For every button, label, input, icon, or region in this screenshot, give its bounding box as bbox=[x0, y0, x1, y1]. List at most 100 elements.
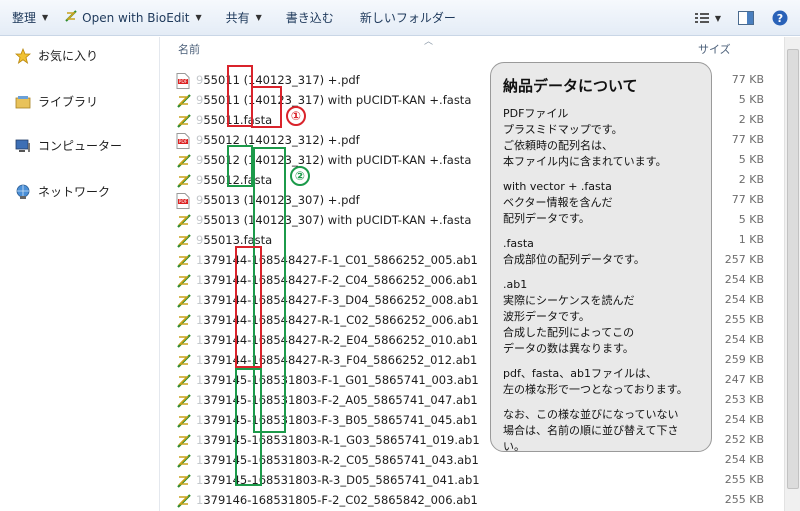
chevron-down-icon: ▼ bbox=[714, 13, 722, 23]
share-label: 共有 bbox=[225, 11, 250, 25]
open-with-button[interactable]: Open with BioEdit ▼ bbox=[56, 6, 209, 30]
file-size: 259 KB bbox=[724, 353, 764, 366]
file-name: 955011 (140123_317) +.pdf bbox=[196, 73, 360, 87]
bioedit-file-icon bbox=[176, 453, 192, 469]
bioedit-icon bbox=[64, 9, 78, 26]
nav-favorites[interactable]: お気に入り bbox=[14, 47, 98, 64]
file-size: 257 KB bbox=[724, 253, 764, 266]
info-vector-fasta: with vector + .fasta ベクター情報を含んだ 配列データです。 bbox=[503, 180, 613, 225]
pdf-file-icon: PDF bbox=[176, 73, 192, 89]
nav-libraries-label: ライブラリ bbox=[38, 95, 99, 109]
highlight-box-red bbox=[251, 86, 282, 128]
organize-button[interactable]: 整理 ▼ bbox=[4, 6, 56, 30]
vertical-scrollbar[interactable] bbox=[784, 37, 800, 511]
file-size: 254 KB bbox=[724, 293, 764, 306]
highlight-box-red bbox=[235, 246, 262, 368]
nav-libraries[interactable]: ライブラリ bbox=[14, 93, 98, 110]
column-name-header[interactable]: 名前 bbox=[178, 41, 200, 57]
nav-favorites-label: お気に入り bbox=[38, 49, 99, 63]
network-icon bbox=[14, 184, 32, 200]
file-name: 1379146-168531805-F-2_C02_5865842_006.ab… bbox=[196, 493, 478, 507]
column-header: 名前 ︿ サイズ bbox=[166, 37, 784, 61]
bioedit-file-icon bbox=[176, 333, 192, 349]
file-size: 254 KB bbox=[724, 453, 764, 466]
burn-button[interactable]: 書き込む bbox=[278, 6, 342, 30]
file-size: 5 KB bbox=[738, 213, 764, 226]
open-with-label: Open with BioEdit bbox=[82, 10, 190, 25]
library-icon bbox=[14, 94, 32, 110]
file-name: 955012 (140123_312) +.pdf bbox=[196, 133, 360, 147]
help-button[interactable]: ? bbox=[766, 6, 794, 30]
file-size: 252 KB bbox=[724, 433, 764, 446]
svg-text:PDF: PDF bbox=[179, 139, 188, 145]
info-panel: 納品データについて PDFファイル プラスミドマップです。 ご依頼時の配列名は、… bbox=[490, 62, 712, 453]
svg-text:PDF: PDF bbox=[179, 79, 188, 85]
info-fasta: .fasta 合成部位の配列データです。 bbox=[503, 237, 645, 266]
file-size: 77 KB bbox=[731, 73, 764, 86]
new-folder-label: 新しいフォルダー bbox=[359, 11, 456, 25]
nav-computer-label: コンピューター bbox=[38, 139, 123, 153]
bioedit-file-icon bbox=[176, 113, 192, 129]
svg-text:?: ? bbox=[777, 12, 783, 25]
highlight-box-green bbox=[227, 145, 253, 187]
file-size: 77 KB bbox=[731, 133, 764, 146]
file-size: 255 KB bbox=[724, 493, 764, 506]
file-size: 255 KB bbox=[724, 313, 764, 326]
bioedit-file-icon bbox=[176, 493, 192, 509]
bioedit-file-icon bbox=[176, 353, 192, 369]
toolbar: 整理 ▼ Open with BioEdit ▼ 共有 ▼ 書き込む 新しいフォ… bbox=[0, 0, 800, 36]
burn-label: 書き込む bbox=[285, 11, 334, 25]
new-folder-button[interactable]: 新しいフォルダー bbox=[352, 6, 464, 30]
bioedit-file-icon bbox=[176, 373, 192, 389]
sort-ascending-icon: ︿ bbox=[424, 37, 434, 47]
nav-network[interactable]: ネットワーク bbox=[14, 183, 110, 200]
file-size: 5 KB bbox=[738, 153, 764, 166]
view-options-button[interactable]: ▼ bbox=[688, 6, 728, 30]
computer-icon bbox=[14, 138, 32, 154]
bioedit-file-icon bbox=[176, 413, 192, 429]
pdf-file-icon: PDF bbox=[176, 193, 192, 209]
file-size: 255 KB bbox=[724, 473, 764, 486]
chevron-down-icon: ▼ bbox=[42, 13, 49, 22]
bioedit-file-icon bbox=[176, 173, 192, 189]
file-size: 247 KB bbox=[724, 373, 764, 386]
share-button[interactable]: 共有 ▼ bbox=[218, 6, 270, 30]
file-size: 2 KB bbox=[738, 113, 764, 126]
file-size: 254 KB bbox=[724, 273, 764, 286]
organize-label: 整理 bbox=[12, 11, 37, 25]
info-sort-note: なお、この様な並びになっていない 場合は、名前の順に並び替えて下さい。 bbox=[503, 408, 679, 453]
info-title: 納品データについて bbox=[503, 77, 638, 95]
file-size: 5 KB bbox=[738, 93, 764, 106]
column-size-header[interactable]: サイズ bbox=[698, 41, 731, 57]
marker-2: ② bbox=[290, 166, 310, 186]
bioedit-file-icon bbox=[176, 213, 192, 229]
bioedit-file-icon bbox=[176, 273, 192, 289]
file-row[interactable]: 1379146-168531805-F-2_C02_5865842_006.ab… bbox=[166, 491, 784, 511]
info-grouping: pdf、fasta、ab1ファイルは、 左の様な形で一つとなっております。 bbox=[503, 367, 688, 396]
marker-1: ① bbox=[286, 106, 306, 126]
scrollbar-thumb[interactable] bbox=[787, 49, 799, 489]
svg-text:PDF: PDF bbox=[179, 199, 188, 205]
bioedit-file-icon bbox=[176, 233, 192, 249]
file-size: 254 KB bbox=[724, 413, 764, 426]
bioedit-file-icon bbox=[176, 473, 192, 489]
preview-pane-button[interactable] bbox=[732, 6, 760, 30]
star-icon bbox=[14, 47, 32, 64]
nav-network-label: ネットワーク bbox=[38, 185, 111, 199]
file-size: 77 KB bbox=[731, 193, 764, 206]
highlight-box-green bbox=[235, 368, 262, 486]
pdf-file-icon: PDF bbox=[176, 133, 192, 149]
file-size: 253 KB bbox=[724, 393, 764, 406]
view-list-icon bbox=[694, 13, 709, 23]
file-name-text: 55013 (140123_307) with pUCIDT-KAN +.fas… bbox=[203, 213, 472, 227]
bioedit-file-icon bbox=[176, 153, 192, 169]
chevron-down-icon: ▼ bbox=[255, 13, 262, 22]
info-pdf: PDFファイル プラスミドマップです。 ご依頼時の配列名は、 本ファイル内に含ま… bbox=[503, 107, 667, 168]
bioedit-file-icon bbox=[176, 93, 192, 109]
nav-computer[interactable]: コンピューター bbox=[14, 137, 122, 154]
preview-pane-icon bbox=[738, 11, 754, 25]
file-name: 955013 (140123_307) with pUCIDT-KAN +.fa… bbox=[196, 213, 471, 227]
navigation-pane: お気に入り ライブラリ コンピューター ネットワーク bbox=[0, 37, 160, 511]
file-size: 1 KB bbox=[738, 233, 764, 246]
chevron-down-icon: ▼ bbox=[195, 13, 202, 22]
